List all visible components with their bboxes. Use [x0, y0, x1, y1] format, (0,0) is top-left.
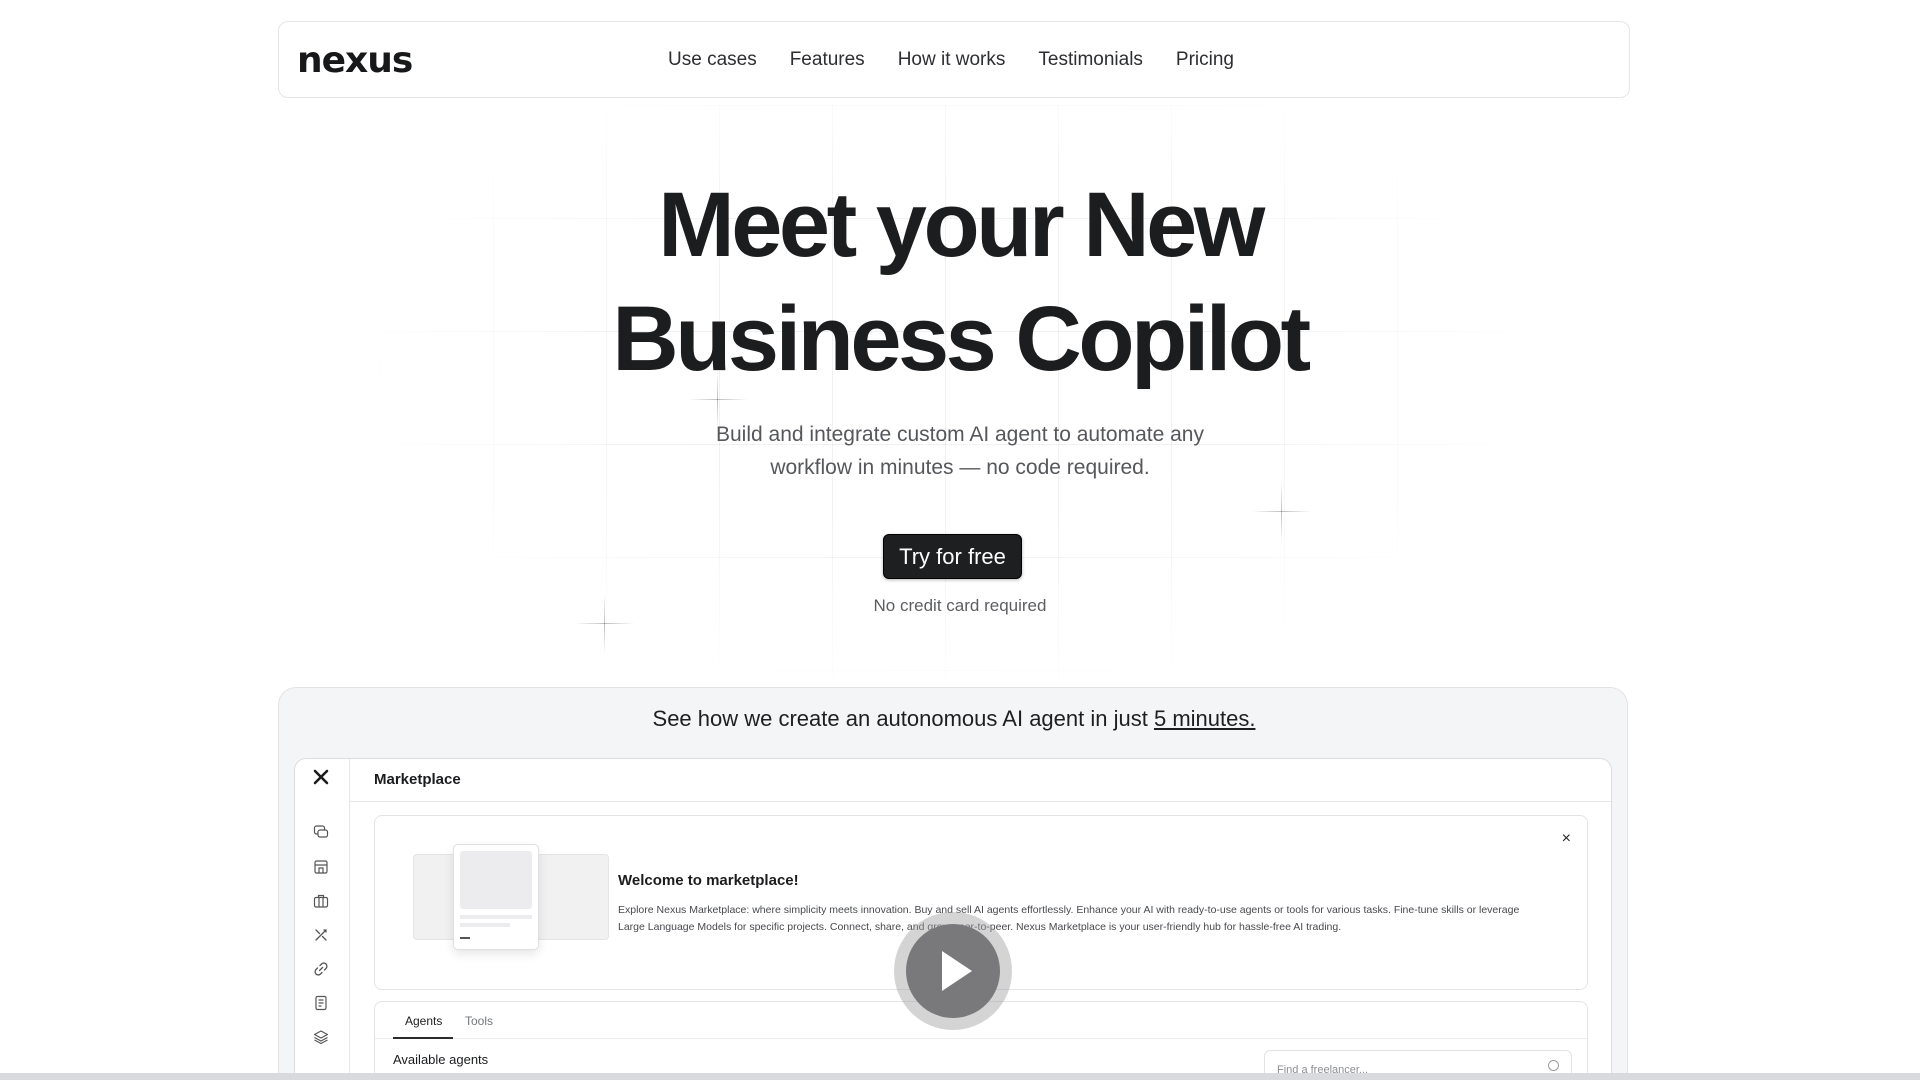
play-icon: [942, 951, 972, 991]
demo-caption: See how we create an autonomous AI agent…: [279, 706, 1629, 732]
app-sidebar: [295, 759, 350, 1080]
welcome-text: Explore Nexus Marketplace: where simplic…: [618, 904, 1520, 933]
app-logo-icon: [313, 769, 329, 790]
layers-icon[interactable]: [313, 1029, 329, 1045]
close-icon[interactable]: ×: [1562, 830, 1571, 848]
tools-icon[interactable]: [313, 927, 329, 943]
illustration-card-front: [453, 844, 539, 950]
demo-caption-text: See how we create an autonomous AI agent…: [652, 706, 1148, 731]
nav-testimonials[interactable]: Testimonials: [1038, 49, 1143, 71]
hero-subtitle: Build and integrate custom AI agent to a…: [0, 418, 1920, 484]
hero-title-line1: Meet your New: [658, 174, 1265, 276]
tab-tools[interactable]: Tools: [465, 1014, 493, 1028]
chat-icon[interactable]: [313, 824, 329, 840]
active-tab-indicator: [393, 1037, 453, 1039]
welcome-title: Welcome to marketplace!: [618, 872, 799, 889]
app-topbar: Marketplace: [350, 759, 1611, 802]
hero-subtitle-line2: workflow in minutes — no code required.: [770, 456, 1150, 479]
horizontal-scrollbar[interactable]: [0, 1073, 1920, 1080]
five-minutes-link[interactable]: 5 minutes.: [1154, 706, 1256, 731]
try-for-free-button[interactable]: Try for free: [883, 534, 1022, 579]
document-icon[interactable]: [313, 995, 329, 1011]
site-header: nexus Use cases Features How it works Te…: [278, 21, 1630, 98]
available-agents-label: Available agents: [393, 1052, 489, 1067]
store-icon[interactable]: [313, 859, 329, 875]
hero-subtitle-line1: Build and integrate custom AI agent to a…: [716, 423, 1204, 446]
marketplace-title: Marketplace: [374, 771, 461, 788]
hero-title-line2: Business Copilot: [612, 288, 1311, 390]
tabs-divider: [375, 1038, 1587, 1039]
nav-use-cases[interactable]: Use cases: [668, 49, 757, 71]
tab-agents[interactable]: Agents: [405, 1014, 442, 1028]
sparkle-decoration: [1252, 482, 1312, 542]
search-icon: [1548, 1060, 1559, 1071]
no-credit-card-note: No credit card required: [873, 596, 1047, 615]
illustration-card: [537, 854, 609, 940]
briefcase-icon[interactable]: [313, 893, 329, 909]
hero-title: Meet your New Business Copilot: [0, 168, 1920, 396]
nav-features[interactable]: Features: [790, 49, 865, 71]
play-video-button[interactable]: [894, 912, 1012, 1030]
main-nav: Use cases Features How it works Testimon…: [668, 49, 1234, 71]
nexus-logo[interactable]: nexus: [297, 40, 413, 81]
nav-pricing[interactable]: Pricing: [1176, 49, 1234, 71]
link-icon[interactable]: [313, 961, 329, 977]
play-button-circle: [906, 924, 1000, 1018]
nav-how-it-works[interactable]: How it works: [898, 49, 1006, 71]
